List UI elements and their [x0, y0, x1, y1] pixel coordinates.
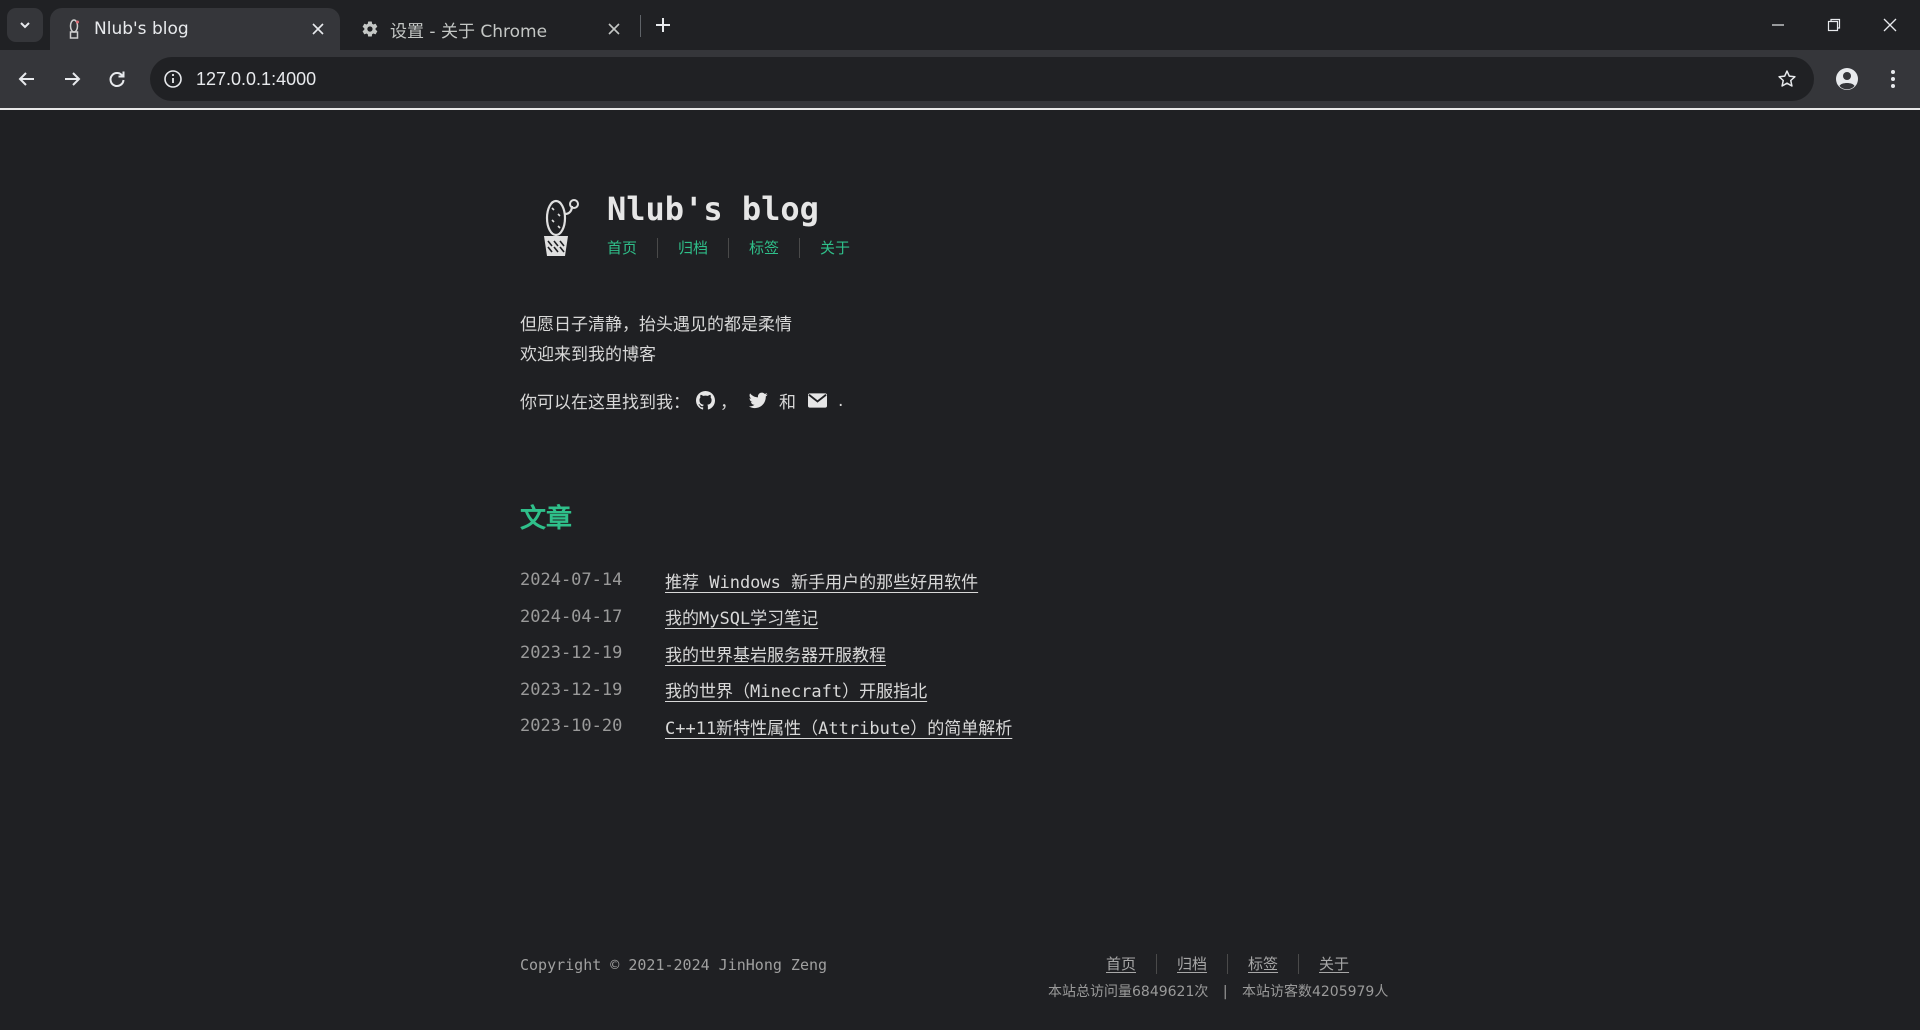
post-item: 2023-12-19 我的世界基岩服务器开服教程: [520, 635, 1012, 672]
restore-icon: [1827, 18, 1841, 32]
intro-text: 但愿日子清静，抬头遇见的都是柔情 欢迎来到我的博客: [520, 310, 792, 370]
post-date: 2024-07-14: [520, 570, 623, 591]
site-nav: 首页 归档 标签 关于: [607, 238, 870, 258]
tab-strip: Nlub's blog 设置 - 关于 Chrome: [0, 0, 1920, 50]
intro-line-1: 但愿日子清静，抬头遇见的都是柔情: [520, 315, 792, 335]
profile-button[interactable]: [1829, 61, 1865, 97]
close-icon: [1883, 18, 1897, 32]
footer-link-archive[interactable]: 归档: [1156, 954, 1227, 974]
gear-icon: [360, 19, 380, 39]
posts-section-title: 文章: [520, 504, 573, 534]
forward-button[interactable]: [54, 61, 90, 97]
post-item: 2024-07-14 推荐 Windows 新手用户的那些好用软件: [520, 562, 1012, 599]
stats-divider: |: [1222, 984, 1228, 1000]
post-date: 2024-04-17: [520, 606, 623, 627]
url-text[interactable]: 127.0.0.1:4000: [196, 69, 1772, 90]
close-window-button[interactable]: [1862, 0, 1918, 50]
post-item: 2023-12-19 我的世界（Minecraft）开服指北: [520, 672, 1012, 709]
minimize-icon: [1772, 24, 1784, 26]
post-date: 2023-12-19: [520, 679, 623, 700]
address-bar[interactable]: 127.0.0.1:4000: [150, 57, 1814, 101]
chevron-down-icon: [20, 22, 30, 29]
post-item: 2023-10-20 C++11新特性属性（Attribute）的简单解析: [520, 708, 1012, 745]
browser-window: Nlub's blog 设置 - 关于 Chrome 127.0.0.1:400…: [0, 0, 1920, 1030]
close-tab-icon[interactable]: [600, 15, 628, 43]
footer-copyright: Copyright © 2021-2024 JinHong Zeng: [520, 956, 828, 974]
intro-line-2: 欢迎来到我的博客: [520, 345, 656, 365]
visitor-count: 本站访客数4205979人: [1241, 984, 1389, 1000]
tab-chrome-settings[interactable]: 设置 - 关于 Chrome: [346, 8, 636, 50]
plus-icon: [656, 18, 670, 32]
cactus-favicon-icon: [64, 19, 84, 39]
find-me-period: .: [838, 390, 844, 411]
find-me-comma: ，: [720, 393, 737, 413]
back-button[interactable]: [9, 61, 45, 97]
tab-title: Nlub's blog: [94, 19, 189, 39]
footer-link-tags[interactable]: 标签: [1227, 954, 1298, 974]
site-title[interactable]: Nlub's blog: [607, 190, 819, 228]
find-me-line: 你可以在这里找到我： ， 和 .: [520, 388, 849, 414]
footer-link-home[interactable]: 首页: [1106, 954, 1156, 974]
find-me-and: 和: [779, 393, 796, 413]
minimize-button[interactable]: [1750, 0, 1806, 50]
bookmark-star-icon[interactable]: [1772, 64, 1802, 94]
new-tab-button[interactable]: [648, 10, 678, 40]
find-me-prefix: 你可以在这里找到我：: [520, 393, 690, 413]
email-icon[interactable]: [806, 390, 828, 412]
total-visits: 本站总访问量6849621次: [1048, 984, 1209, 1000]
post-link[interactable]: 推荐 Windows 新手用户的那些好用软件: [665, 568, 978, 593]
post-date: 2023-12-19: [520, 643, 623, 664]
nav-link-about[interactable]: 关于: [799, 238, 870, 258]
tab-title: 设置 - 关于 Chrome: [390, 21, 548, 42]
post-link[interactable]: 我的世界基岩服务器开服教程: [665, 641, 886, 666]
cactus-logo-icon[interactable]: [534, 194, 580, 258]
site-info-icon[interactable]: [160, 66, 186, 92]
post-link[interactable]: 我的MySQL学习笔记: [665, 604, 818, 629]
footer-stats: 本站总访问量6849621次 | 本站访客数4205979人: [1048, 981, 1388, 1001]
footer-link-about[interactable]: 关于: [1298, 954, 1369, 974]
restore-button[interactable]: [1806, 0, 1862, 50]
tab-nlub-blog[interactable]: Nlub's blog: [50, 8, 340, 50]
reload-button[interactable]: [99, 61, 135, 97]
more-vertical-icon: [1891, 70, 1895, 88]
github-icon[interactable]: [694, 390, 716, 412]
post-list: 2024-07-14 推荐 Windows 新手用户的那些好用软件 2024-0…: [520, 562, 1012, 745]
arrow-left-icon: [18, 72, 34, 86]
post-item: 2024-04-17 我的MySQL学习笔记: [520, 599, 1012, 636]
close-tab-icon[interactable]: [304, 15, 332, 43]
twitter-icon[interactable]: [747, 390, 769, 412]
footer-nav: 首页 归档 标签 关于: [1106, 954, 1369, 974]
tab-search-button[interactable]: [7, 8, 43, 42]
post-date: 2023-10-20: [520, 716, 623, 737]
page-content: Nlub's blog 首页 归档 标签 关于 但愿日子清静，抬头遇见的都是柔情…: [0, 110, 1920, 1030]
post-link[interactable]: 我的世界（Minecraft）开服指北: [665, 677, 927, 702]
tab-separator: [640, 15, 641, 37]
browser-toolbar: 127.0.0.1:4000: [0, 50, 1920, 110]
nav-link-tags[interactable]: 标签: [728, 238, 799, 258]
nav-link-archive[interactable]: 归档: [657, 238, 728, 258]
chrome-menu-button[interactable]: [1875, 61, 1911, 97]
nav-link-home[interactable]: 首页: [607, 238, 657, 258]
arrow-right-icon: [65, 72, 81, 86]
profile-avatar-icon: [1836, 68, 1858, 90]
post-link[interactable]: C++11新特性属性（Attribute）的简单解析: [665, 714, 1012, 739]
reload-icon: [109, 71, 125, 87]
